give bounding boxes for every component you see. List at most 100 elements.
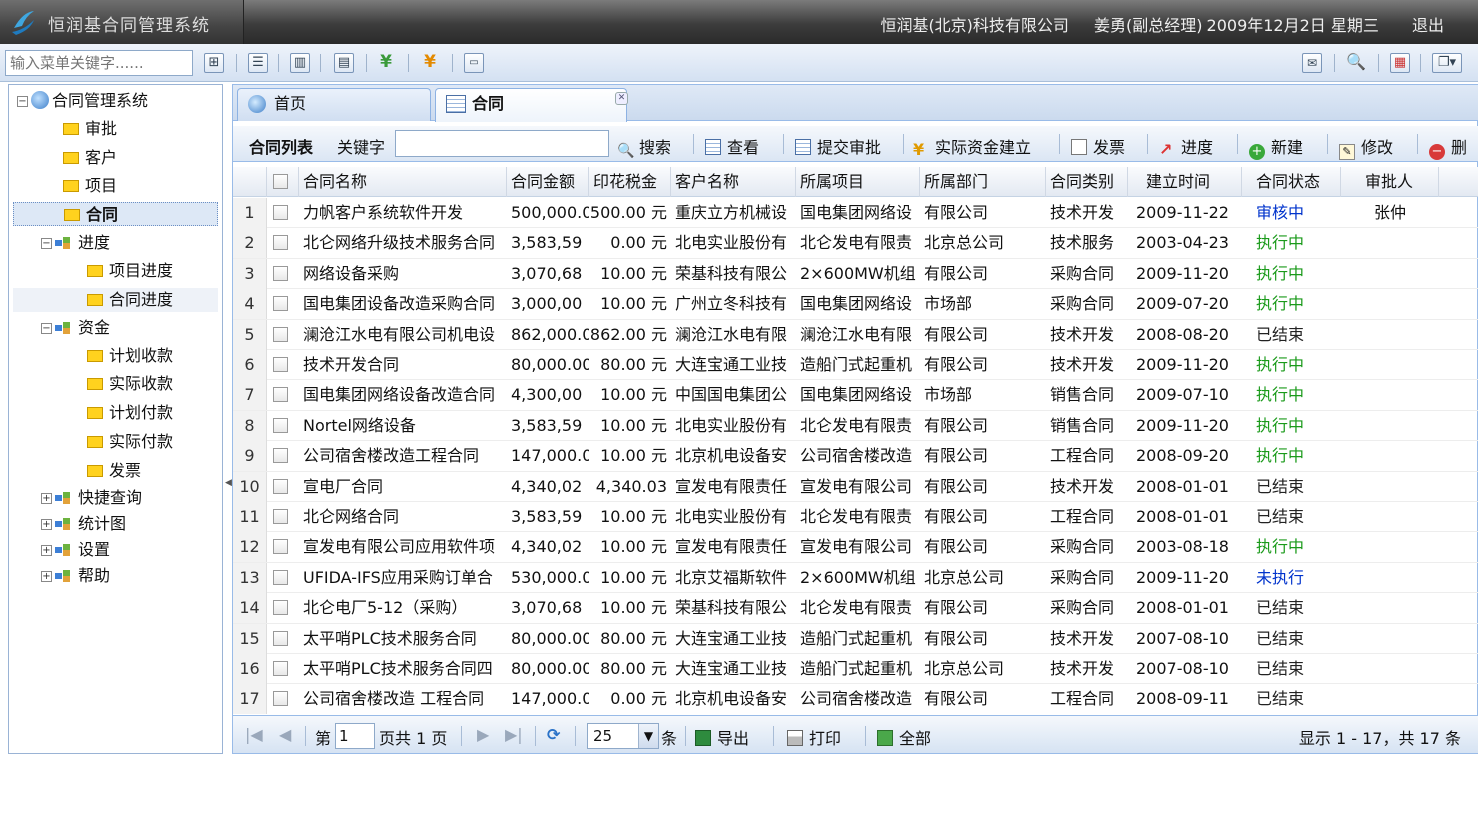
tree-item-hetong[interactable]: 合同 bbox=[13, 202, 218, 226]
table-row[interactable]: 3 网络设备采购 3,070,68 10.00 元荣基科技有限公 2×600MW机组 有限… bbox=[233, 258, 1478, 290]
checkbox[interactable] bbox=[273, 661, 288, 676]
table-row[interactable]: 4 国电集团设备改造采购合同 3,000,00 10.00 元广州立冬科技有 国电集团网… bbox=[233, 289, 1478, 320]
search-icon[interactable]: 🔍 bbox=[1346, 53, 1366, 73]
tree-item-fapiao[interactable]: 发票 bbox=[87, 459, 141, 483]
logout-link[interactable]: 退出 bbox=[1412, 16, 1444, 35]
delete-button[interactable]: − 删 bbox=[1429, 134, 1467, 160]
row-checkbox-cell[interactable] bbox=[267, 563, 299, 593]
chevron-down-icon[interactable]: ▼ bbox=[638, 724, 658, 748]
checkbox[interactable] bbox=[273, 417, 288, 433]
row-checkbox-cell[interactable] bbox=[267, 441, 299, 471]
row-checkbox-cell[interactable] bbox=[267, 593, 299, 623]
checkbox[interactable] bbox=[273, 478, 288, 494]
tree-item-kehu[interactable]: 客户 bbox=[63, 146, 117, 170]
header-col[interactable]: 合同金额 bbox=[507, 167, 589, 197]
next-page-icon[interactable]: ▶ bbox=[477, 725, 489, 744]
row-checkbox-cell[interactable] bbox=[267, 259, 299, 289]
checkbox[interactable] bbox=[273, 691, 288, 707]
collapse-icon[interactable]: − bbox=[41, 323, 52, 334]
table-row[interactable]: 14 北仑电厂5-12（采购） 3,070,68 10.00 元荣基科技有限公 北仑发电… bbox=[233, 593, 1478, 624]
header-col[interactable]: 合同状态 bbox=[1242, 167, 1341, 197]
expand-icon[interactable]: + bbox=[41, 571, 52, 582]
table-row[interactable]: 8 Nortel网络设备 3,583,59 10.00 元北电实业股份有 北仑发电有限责… bbox=[233, 410, 1478, 442]
table-row[interactable]: 6 技术开发合同 80,000.00 80.00 元大连宝通工业技 造船门式起重机 有限公… bbox=[233, 350, 1478, 381]
tree-group-zijin[interactable]: − 资金 bbox=[41, 316, 110, 340]
prev-page-icon[interactable]: ◀ bbox=[279, 725, 291, 744]
table-row[interactable]: 2 北仑网络升级技术服务合同 3,583,59 0.00 元北电实业股份有 北仑发电有限… bbox=[233, 228, 1478, 259]
tree-item-jihua-shoukuan[interactable]: 计划收款 bbox=[87, 344, 173, 368]
table-row[interactable]: 11 北仑网络合同 3,583,59 10.00 元北电实业股份有 北仑发电有限责 有限公… bbox=[233, 502, 1478, 533]
checkbox[interactable] bbox=[273, 326, 288, 342]
table-row[interactable]: 16 太平哨PLC技术服务合同四 80,000.00 80.00 元大连宝通工业技 造船… bbox=[233, 654, 1478, 685]
collapse-icon[interactable]: − bbox=[17, 96, 28, 107]
layout-icon[interactable]: ▥ bbox=[290, 53, 310, 73]
row-checkbox-cell[interactable] bbox=[267, 624, 299, 654]
header-col[interactable]: 合同名称 bbox=[299, 167, 507, 197]
checkbox[interactable] bbox=[273, 539, 288, 555]
table-row[interactable]: 9 公司宿舍楼改造工程合同 147,000.0 10.00 元北京机电设备安 公司宿舍楼… bbox=[233, 441, 1478, 472]
checkbox[interactable] bbox=[273, 174, 288, 189]
tree-group-shezhi[interactable]: + 设置 bbox=[41, 538, 110, 562]
expand-icon[interactable]: + bbox=[41, 545, 52, 556]
collapse-arrow-icon[interactable]: ◀ bbox=[225, 478, 232, 488]
header-col[interactable]: 客户名称 bbox=[671, 167, 796, 197]
row-checkbox-cell[interactable] bbox=[267, 380, 299, 410]
panel-splitter[interactable] bbox=[224, 84, 230, 754]
row-checkbox-cell[interactable] bbox=[267, 654, 299, 684]
tree-root[interactable]: − 合同管理系统 bbox=[17, 89, 148, 113]
row-checkbox-cell[interactable] bbox=[267, 684, 299, 714]
header-col[interactable]: 所属部门 bbox=[920, 167, 1046, 197]
table-row[interactable]: 12 宣发电有限公司应用软件项 4,340,02 10.00 元宣发电有限责任 宣发电有… bbox=[233, 532, 1478, 563]
header-select-all[interactable] bbox=[267, 167, 299, 197]
last-page-icon[interactable]: ▶| bbox=[505, 725, 523, 744]
tree-item-jihua-fukuan[interactable]: 计划付款 bbox=[87, 401, 173, 425]
list-view-icon[interactable]: ☰ bbox=[248, 53, 268, 73]
refresh-icon[interactable]: ⟳ bbox=[547, 725, 560, 744]
checkbox[interactable] bbox=[273, 448, 288, 464]
progress-button[interactable]: ↗ 进度 bbox=[1159, 134, 1213, 159]
show-all-button[interactable]: 全部 bbox=[877, 725, 931, 749]
add-button[interactable]: + 新建 bbox=[1249, 134, 1303, 160]
window-menu-icon[interactable]: ❐▾ bbox=[1432, 53, 1462, 73]
checkbox[interactable] bbox=[273, 205, 288, 220]
menu-search-input[interactable] bbox=[5, 50, 193, 76]
submit-approval-button[interactable]: 提交审批 bbox=[795, 134, 881, 158]
edit-button[interactable]: ✎ 修改 bbox=[1339, 134, 1393, 160]
table-row[interactable]: 5 澜沧江水电有限公司机电设 862,000.0 862.00 元澜沧江水电有限 澜沧江… bbox=[233, 319, 1478, 350]
row-checkbox-cell[interactable] bbox=[267, 472, 299, 502]
invoice-button[interactable]: 发票 bbox=[1071, 134, 1125, 158]
expand-icon[interactable]: + bbox=[41, 519, 52, 530]
tree-item-hetong-jindu[interactable]: 合同进度 bbox=[13, 288, 218, 312]
row-checkbox-cell[interactable] bbox=[267, 320, 299, 350]
header-col[interactable]: 所属项目 bbox=[796, 167, 920, 197]
table-row[interactable]: 10 宣电厂合同 4,340,02 4,340.03 宣发电有限责任 宣发电有限公司 有限公… bbox=[233, 471, 1478, 502]
export-button[interactable]: 导出 bbox=[695, 725, 749, 749]
actual-funds-button[interactable]: ¥ 实际资金建立 bbox=[913, 134, 1031, 159]
mail-icon[interactable]: ✉ bbox=[1302, 53, 1322, 73]
page-number-input[interactable]: 1 bbox=[335, 723, 375, 749]
table-row[interactable]: 15 太平哨PLC技术服务合同 80,000.00 80.00 元大连宝通工业技 造船门… bbox=[233, 623, 1478, 654]
table-row[interactable]: 7 国电集团网络设备改造合同 4,300,00 10.00 元中国国电集团公 国电集团网… bbox=[233, 380, 1478, 411]
checkbox[interactable] bbox=[273, 357, 288, 372]
checkbox[interactable] bbox=[273, 387, 288, 403]
yen-orange-icon[interactable]: ¥ bbox=[420, 53, 440, 73]
row-checkbox-cell[interactable] bbox=[267, 228, 299, 258]
tree-item-shiji-fukuan[interactable]: 实际付款 bbox=[87, 430, 173, 454]
tree-item-shenpi[interactable]: 审批 bbox=[63, 117, 117, 141]
header-col[interactable]: 审批人 bbox=[1341, 167, 1439, 197]
first-page-icon[interactable]: |◀ bbox=[245, 725, 263, 744]
tree-item-shiji-shoukuan[interactable]: 实际收款 bbox=[87, 372, 173, 396]
checkbox[interactable] bbox=[273, 600, 288, 616]
checkbox[interactable] bbox=[273, 265, 288, 281]
keyword-input[interactable] bbox=[395, 130, 609, 157]
print-button[interactable]: 打印 bbox=[787, 725, 841, 749]
calendar-icon[interactable]: ▦ bbox=[1390, 53, 1410, 73]
tree-group-tongji[interactable]: + 统计图 bbox=[41, 512, 126, 536]
tree-group-kuaijie[interactable]: + 快捷查询 bbox=[41, 486, 142, 510]
row-checkbox-cell[interactable] bbox=[267, 532, 299, 562]
view-button[interactable]: 查看 bbox=[705, 134, 759, 158]
checkbox[interactable] bbox=[273, 569, 288, 585]
tree-group-jindu[interactable]: − 进度 bbox=[41, 231, 110, 255]
search-button[interactable]: 🔍 搜索 bbox=[617, 134, 671, 159]
header-col[interactable]: 印花税金 bbox=[589, 167, 671, 197]
